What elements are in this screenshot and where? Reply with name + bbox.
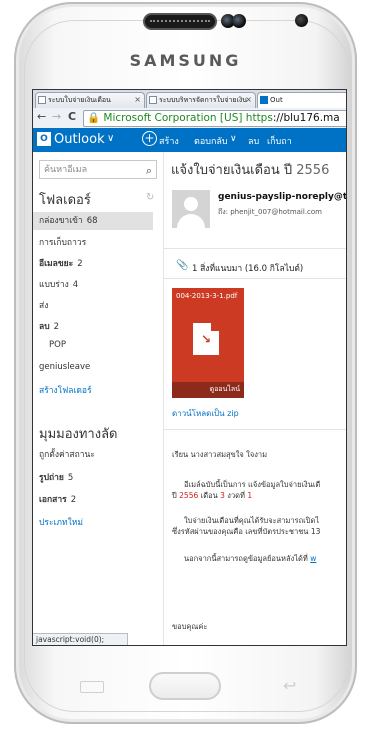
tab-close-icon[interactable]: ×: [245, 93, 252, 107]
search-icon[interactable]: ⌕: [146, 161, 152, 180]
reply-chevron-icon[interactable]: ∨: [230, 134, 237, 144]
app-menu-chevron-icon[interactable]: ∨: [107, 133, 114, 144]
folder-sent[interactable]: ส่ง: [39, 298, 48, 312]
tab-label: Out: [270, 96, 283, 104]
quickview-photos[interactable]: รูปถ่าย 5: [39, 470, 73, 484]
paperclip-icon: 📎: [176, 260, 189, 271]
browser-status-bar: javascript:void(0);: [33, 633, 128, 645]
quickview-flagged[interactable]: ถูกตั้งค่าสถานะ: [39, 447, 95, 461]
body-line-1: อีเมล์ฉบับนี้เป็นการ แจ้งข้อมูลใบจ่ายเงิ…: [184, 480, 321, 489]
outlook-header-bar: O Outlook ∨ + สร้าง ตอบกลับ ∨ ลบ เก็บถา: [33, 128, 346, 152]
forward-arrow-icon[interactable]: →: [52, 110, 61, 123]
app-name[interactable]: Outlook: [54, 132, 105, 147]
folder-archive[interactable]: การเก็บถาวร: [39, 235, 86, 249]
page-icon: [38, 96, 46, 104]
history-link[interactable]: w: [310, 554, 316, 563]
folder-deleted[interactable]: ลบ 2: [39, 319, 59, 333]
earpiece-speaker: [143, 13, 217, 30]
browser-tab-outlook[interactable]: Out: [257, 92, 346, 108]
refresh-icon[interactable]: ↻: [146, 192, 154, 203]
create-folder-link[interactable]: สร้างโฟลเดอร์: [39, 383, 92, 397]
quick-views-heading[interactable]: มุมมองทางลัด: [39, 423, 118, 444]
sender-address[interactable]: genius-payslip-noreply@th: [218, 192, 346, 202]
new-plus-icon[interactable]: +: [142, 131, 157, 146]
folder-drafts[interactable]: แบบร่าง 4: [39, 277, 78, 291]
lock-icon: 🔒: [87, 112, 101, 124]
body-line-2: ปี 2556 เดือน 3 งวดที่ 1: [172, 491, 253, 500]
url-input[interactable]: 🔒 Microsoft Corporation [US] https://blu…: [83, 110, 346, 127]
outlook-logo-icon: O: [37, 132, 51, 146]
browser-tab-payslip-admin[interactable]: ระบบบริหารจัดการใบจ่ายเงิน ×: [146, 92, 256, 108]
body-line-3: ใบจ่ายเงินเดือนที่คุณได้รับจะสามารถเปิดไ: [184, 516, 320, 525]
light-sensor-icon: [295, 14, 308, 27]
divider: [164, 248, 346, 249]
device-brand: SAMSUNG: [129, 51, 242, 70]
back-arrow-icon[interactable]: ←: [37, 110, 46, 123]
divider: [164, 278, 346, 279]
greeting: เรียน นางสาวสมสุขใจ ใจงาม: [172, 450, 268, 459]
address-bar: ← → C 🔒 Microsoft Corporation [US] https…: [33, 108, 346, 129]
folder-pop[interactable]: POP: [49, 340, 66, 350]
body-line-5: นอกจากนี้สามารถดูข้อมูลย้อนหลังได้ที่ w: [184, 554, 317, 563]
body-line-4: ซึ่งรหัสผ่านของคุณคือ เลขที่บัตรประชาชน …: [172, 527, 321, 536]
search-placeholder: ค้นหาอีเมล: [44, 165, 88, 175]
tab-close-icon[interactable]: ×: [134, 93, 141, 107]
attachment-summary: 1 สิ่งที่แนบมา (16.0 กิโลไบต์): [192, 264, 304, 274]
recipient-line: ถึง: phenjit_007@hotmail.com: [218, 208, 322, 216]
message-subject: แจ้งใบจ่ายเงินเดือน ปี 2556: [171, 163, 330, 178]
pdf-attachment-tile[interactable]: 004-2013-3-1.pdf ↘ ดูออนไลน์: [172, 288, 244, 398]
ev-certificate-label[interactable]: Microsoft Corporation [US]: [103, 112, 242, 124]
folder-inbox[interactable]: กล่องขาเข้า 68: [33, 212, 153, 230]
tab-label: ระบบบริหารจัดการใบจ่ายเงิน: [159, 96, 248, 104]
back-key-icon[interactable]: ↩: [283, 676, 296, 695]
folder-junk[interactable]: อีเมลขยะ 2: [39, 256, 83, 270]
view-online-link[interactable]: ดูออนไลน์: [210, 384, 240, 395]
pdf-file-icon: ↘: [193, 323, 219, 355]
page-icon: [149, 96, 157, 104]
delete-button[interactable]: ลบ: [248, 134, 259, 148]
attachment-filename: 004-2013-3-1.pdf: [176, 292, 238, 300]
reply-button[interactable]: ตอบกลับ: [194, 134, 228, 148]
reading-pane: แจ้งใบจ่ายเงินเดือน ปี 2556 genius-paysl…: [164, 152, 346, 645]
folder-geniusleave[interactable]: geniusleave: [39, 362, 90, 372]
menu-key-icon[interactable]: [80, 681, 104, 693]
folders-heading[interactable]: โฟลเดอร์: [39, 189, 91, 210]
thanks: ขอบคุณค่ะ: [172, 622, 208, 631]
phone-screen: ระบบใบจ่ายเงินเดือน × ระบบบริหารจัดการใบ…: [32, 89, 347, 646]
archive-button[interactable]: เก็บถา: [267, 134, 292, 148]
url-text: https://blu176.ma: [245, 112, 340, 124]
browser-tab-strip: ระบบใบจ่ายเงินเดือน × ระบบบริหารจัดการใบ…: [33, 90, 346, 109]
folder-pane: ค้นหาอีเมล ⌕ โฟลเดอร์ ↻ กล่องขาเข้า 68 กา…: [33, 152, 164, 645]
outlook-favicon-icon: [260, 96, 268, 104]
quickview-documents[interactable]: เอกสาร 2: [39, 492, 76, 506]
browser-tab-payslip[interactable]: ระบบใบจ่ายเงินเดือน ×: [35, 92, 145, 108]
sender-avatar: [172, 190, 210, 228]
proximity-sensor-icon: [232, 14, 246, 28]
download-zip-link[interactable]: ดาวน์โหลดเป็น zip: [172, 407, 239, 420]
divider: [164, 429, 346, 430]
home-button[interactable]: [149, 672, 221, 700]
new-category-link[interactable]: ประเภทใหม่: [39, 515, 83, 529]
new-button[interactable]: สร้าง: [159, 134, 179, 148]
tab-label: ระบบใบจ่ายเงินเดือน: [48, 96, 111, 104]
reload-icon[interactable]: C: [68, 110, 76, 123]
search-input[interactable]: ค้นหาอีเมล ⌕: [39, 160, 157, 179]
